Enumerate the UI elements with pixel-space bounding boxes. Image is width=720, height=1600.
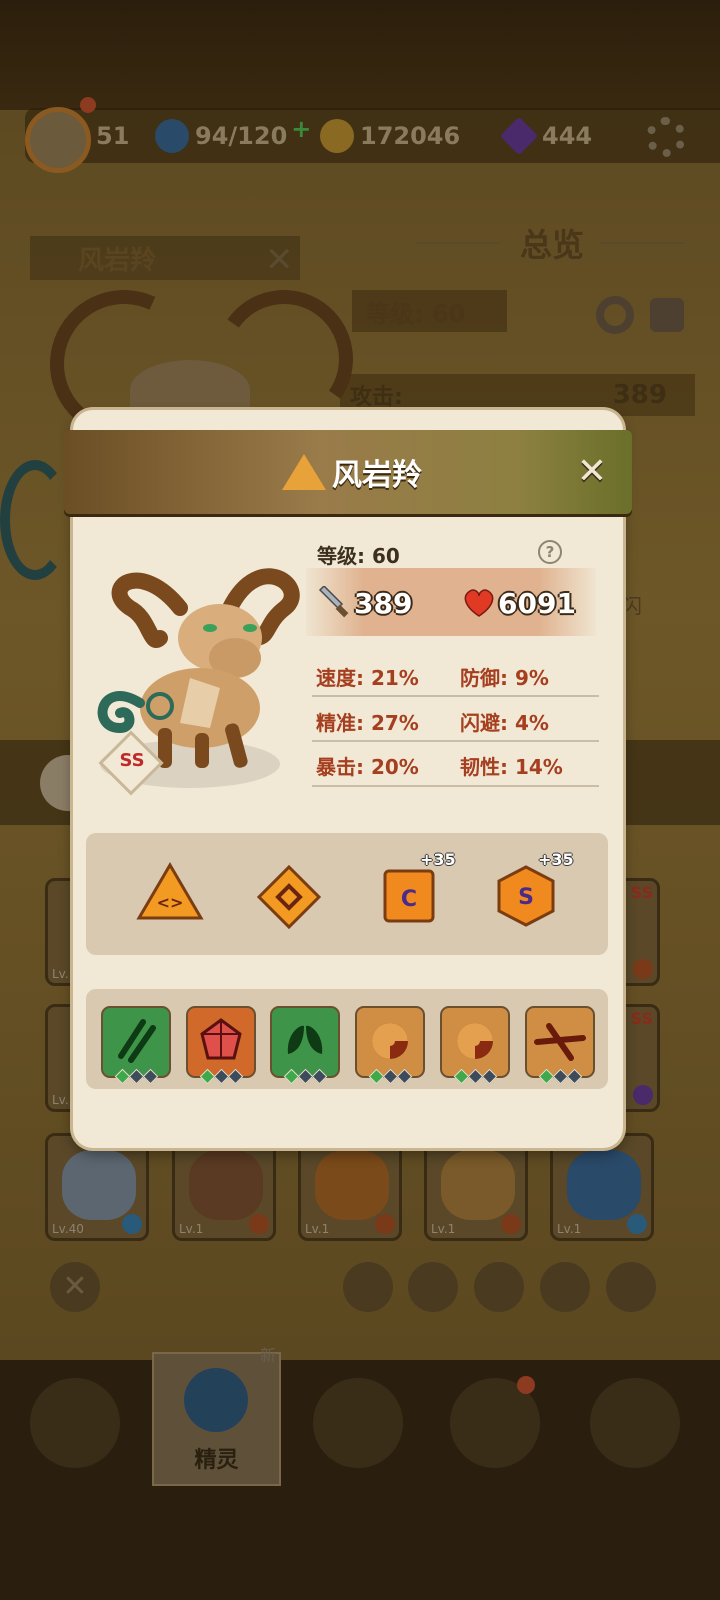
skill-level-dots [114,1068,159,1085]
skill-level-dots [283,1068,328,1085]
speed-stat: 速度: 21% [316,666,419,690]
svg-text:S: S [518,885,534,910]
rock-element-icon [282,454,326,490]
triangle-rune-icon[interactable]: <> [136,862,204,922]
svg-text:C: C [401,887,417,912]
rune-bonus: +35 [538,850,574,869]
skill-level-dots [453,1068,498,1085]
close-icon[interactable]: ✕ [572,452,612,492]
modal-title: 风岩羚 [282,450,422,494]
modal-title-text: 风岩羚 [332,458,422,493]
stat-divider [312,740,599,742]
skill-level-dots [538,1068,583,1085]
swirl-skill-icon[interactable] [355,1006,425,1085]
crystal-skill-icon[interactable] [186,1006,256,1085]
skill-level-dots [368,1068,413,1085]
sword-icon [318,586,349,618]
dodge-stat: 闪避: 4% [460,711,549,735]
rarity-text: SS [119,750,145,771]
defense-stat: 防御: 9% [460,666,549,690]
cross-slash-skill-icon[interactable] [525,1006,595,1085]
pet-level: 等级: 60 [317,544,400,568]
heart-icon [464,589,494,617]
crit-stat: 暴击: 20% [316,755,419,779]
help-button[interactable]: ? [538,540,562,564]
attack-stat: 389 [316,583,412,623]
swirl-skill-icon[interactable] [440,1006,510,1085]
rune-bonus: +35 [420,850,456,869]
claw-slash-skill-icon[interactable] [101,1006,171,1085]
accuracy-stat: 精准: 27% [316,711,419,735]
diamond-rune-icon[interactable] [256,864,322,930]
stat-divider [312,785,599,787]
toughness-stat: 韧性: 14% [460,755,563,779]
svg-text:<>: <> [157,893,184,912]
stat-divider [312,695,599,697]
hp-stat: 6091 [462,583,576,623]
square-rune-icon[interactable]: C [382,868,436,924]
leaf-skill-icon[interactable] [270,1006,340,1085]
skill-level-dots [199,1068,244,1085]
hexagon-rune-icon[interactable]: S [496,864,556,928]
